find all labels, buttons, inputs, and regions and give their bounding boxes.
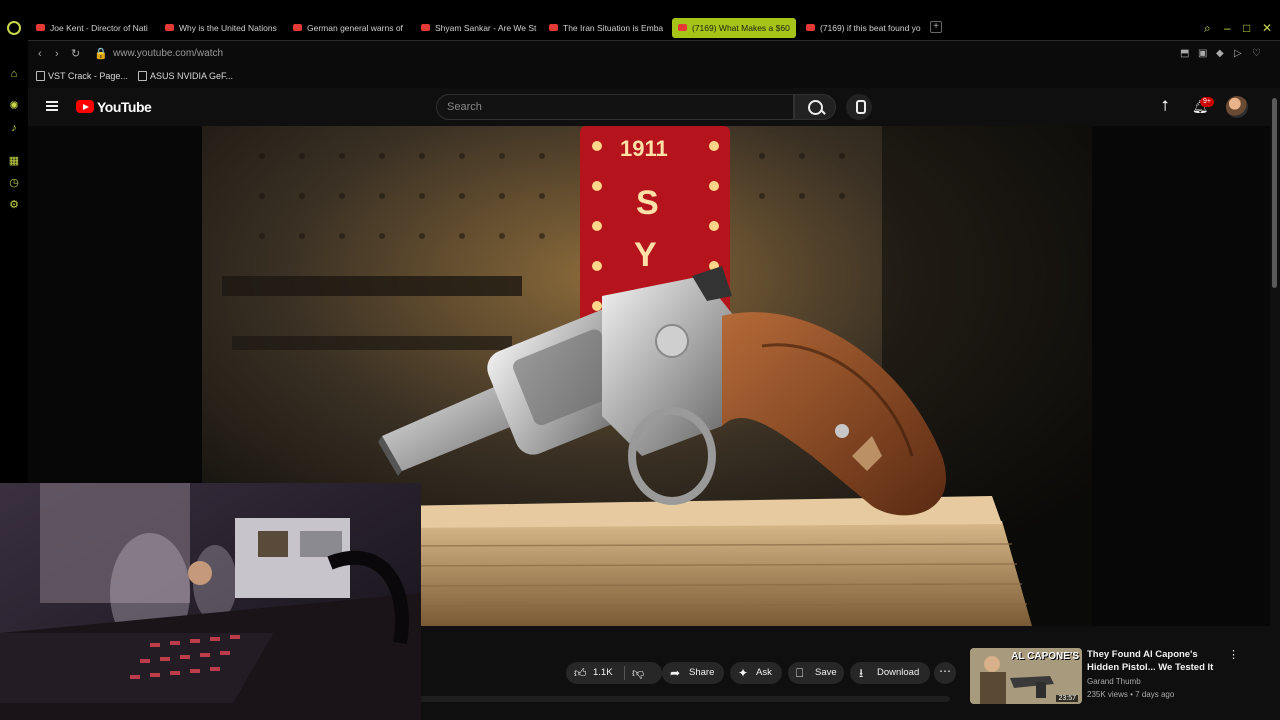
sparkle-icon: ✦ xyxy=(738,666,749,680)
reload-icon[interactable]: ↻ xyxy=(71,47,80,61)
address-bar: ‹ › ↻ 🔒 www.youtube.com/watch ⬒ ▣ ◆ ▷ ♡ xyxy=(28,40,1280,66)
more-actions-icon[interactable]: ⋯ xyxy=(934,662,956,684)
youtube-logo-icon[interactable] xyxy=(76,100,94,113)
minimize-icon[interactable]: – xyxy=(1224,20,1231,36)
adblock-shield-icon[interactable]: ◆ xyxy=(1216,48,1224,60)
page-icon xyxy=(36,71,45,81)
aria-icon[interactable]: ⌂ xyxy=(8,68,20,80)
tab[interactable]: (7169) if this beat found yo xyxy=(800,18,924,38)
suggested-video[interactable]: AL CAPONE'S 23:57 They Found Al Capone's… xyxy=(970,648,1270,704)
download-icon: ⭳ xyxy=(859,666,864,680)
download-button[interactable]: ⭳ Download xyxy=(850,662,930,684)
video-thumbnail[interactable]: AL CAPONE'S 23:57 xyxy=(970,648,1082,704)
tab[interactable]: Shyam Sankar - Are We St xyxy=(415,18,539,38)
page-scrollbar[interactable] xyxy=(1270,88,1280,720)
back-icon[interactable]: ‹ xyxy=(38,47,42,61)
youtube-logo-text[interactable]: YouTube xyxy=(97,99,152,115)
browser-window: Joe Kent - Director of Nati Why is the U… xyxy=(0,0,1280,720)
search-box[interactable] xyxy=(436,94,794,120)
tab[interactable]: German general warns of xyxy=(287,18,411,38)
youtube-favicon-icon xyxy=(36,24,45,31)
ask-label: Ask xyxy=(756,667,772,678)
ask-button[interactable]: ✦ Ask xyxy=(730,662,782,684)
video-scrollbar[interactable] xyxy=(420,696,950,702)
sign-number: 1911 xyxy=(620,136,668,161)
search-input[interactable] xyxy=(447,99,777,115)
tab-strip: Joe Kent - Director of Nati Why is the U… xyxy=(0,0,1280,40)
save-label: Save xyxy=(815,667,837,678)
like-count[interactable]: 1.1K xyxy=(593,662,613,684)
settings-gear-icon[interactable]: ⚙ xyxy=(8,199,20,211)
forward-icon[interactable]: › xyxy=(55,47,59,61)
create-upload-icon[interactable]: ⭡ xyxy=(1158,99,1172,115)
download-label: Download xyxy=(877,667,920,678)
browser-logo-icon[interactable] xyxy=(7,21,21,35)
lock-icon: 🔒 xyxy=(94,48,108,60)
youtube-favicon-icon xyxy=(678,24,687,31)
share-label: Share xyxy=(689,667,715,678)
voice-search-icon[interactable] xyxy=(846,94,872,120)
history-icon[interactable]: ◷ xyxy=(8,177,20,189)
youtube-favicon-icon xyxy=(165,24,174,31)
share-icon: ➦ xyxy=(670,666,681,680)
kebab-menu-icon[interactable]: ⋮ xyxy=(1228,648,1239,661)
suggested-video-title[interactable]: They Found Al Capone's Hidden Pistol... … xyxy=(1087,648,1227,674)
video-duration: 23:57 xyxy=(1056,695,1078,702)
bookmark-item[interactable]: ASUS NVIDIA GeF... xyxy=(138,71,233,81)
youtube-favicon-icon xyxy=(806,24,815,31)
chatgpt-icon[interactable]: ✺ xyxy=(8,100,20,112)
scrollbar-thumb[interactable] xyxy=(1272,98,1277,288)
hamburger-menu-icon[interactable] xyxy=(46,101,58,111)
tab[interactable]: The Iran Situation is Emba xyxy=(543,18,667,38)
dislike-icon[interactable]: 👎︎ xyxy=(632,662,644,684)
bookmarks-bar: VST Crack - Page... ASUS NVIDIA GeF... xyxy=(28,66,1280,88)
sign-letter-s: S xyxy=(636,184,659,222)
webcam-feed-image xyxy=(0,483,421,720)
tab[interactable]: Why is the United Nations xyxy=(159,18,283,38)
divider xyxy=(624,666,625,680)
save-button[interactable]: ⎕ Save xyxy=(788,662,844,684)
tab[interactable]: Joe Kent - Director of Nati xyxy=(30,18,154,38)
extensions-icon[interactable]: ▦ xyxy=(8,155,20,167)
tiktok-icon[interactable]: ♪ xyxy=(8,122,20,134)
channel-name[interactable]: Garand Thumb xyxy=(1087,677,1141,686)
thumbnail-title: AL CAPONE'S xyxy=(1011,651,1079,662)
snapshot-icon[interactable]: ▣ xyxy=(1198,48,1207,60)
avatar[interactable] xyxy=(1226,96,1248,118)
youtube-favicon-icon xyxy=(421,24,430,31)
like-dislike-group: 👍︎ 1.1K 👎︎ xyxy=(566,662,662,684)
share-button[interactable]: ➦ Share xyxy=(662,662,724,684)
youtube-favicon-icon xyxy=(549,24,558,31)
bookmark-icon[interactable]: ⬒ xyxy=(1180,48,1189,60)
bookmark-item[interactable]: VST Crack - Page... xyxy=(36,71,128,81)
player-icon[interactable]: ▷ xyxy=(1234,48,1242,60)
new-tab-button[interactable]: + xyxy=(930,21,942,33)
page-icon xyxy=(138,71,147,81)
video-meta: 235K views • 7 days ago xyxy=(1087,690,1175,699)
like-icon[interactable]: 👍︎ xyxy=(574,662,587,684)
webcam-overlay xyxy=(0,483,421,720)
search-tabs-icon[interactable]: ⌕ xyxy=(1204,20,1211,36)
heart-icon[interactable]: ♡ xyxy=(1252,48,1261,60)
search-button[interactable] xyxy=(794,94,836,120)
youtube-favicon-icon xyxy=(293,24,302,31)
youtube-header: YouTube ⭡ 🔔︎ 9+ xyxy=(28,88,1270,126)
tab-active[interactable]: (7169) What Makes a $60 xyxy=(672,18,796,38)
notification-badge: 9+ xyxy=(1200,97,1214,107)
maximize-icon[interactable]: □ xyxy=(1243,20,1250,36)
close-icon[interactable]: ✕ xyxy=(1262,20,1272,36)
url-field[interactable]: www.youtube.com/watch xyxy=(113,48,223,59)
sign-letter-y: Y xyxy=(634,236,657,274)
save-bookmark-icon: ⎕ xyxy=(796,666,804,680)
